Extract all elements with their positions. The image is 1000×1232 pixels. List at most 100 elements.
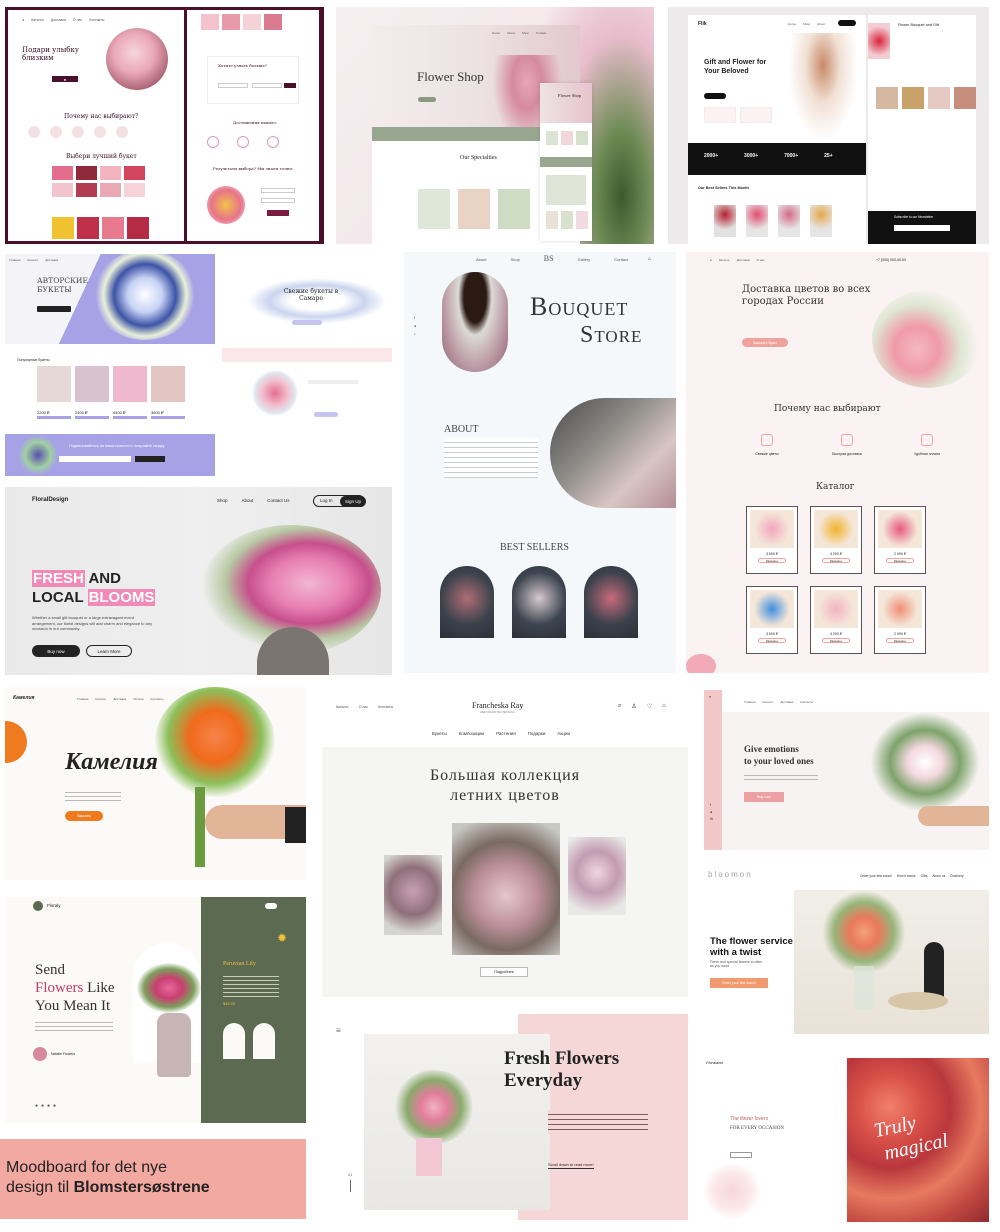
cat-sales[interactable]: Акции: [557, 731, 570, 736]
bag-icon[interactable]: ⌂: [662, 703, 666, 710]
nav-catalog[interactable]: Каталог: [336, 705, 349, 709]
signup-button[interactable]: Sign Up: [340, 496, 366, 507]
cat-compositions[interactable]: Композиции: [459, 731, 484, 736]
tile-lavender[interactable]: Главная Каталог Доставка АВТОРСКИЕ БУКЕТЫ …: [5, 254, 392, 476]
cat-plants[interactable]: Растения: [496, 731, 516, 736]
newsletter-button[interactable]: [135, 456, 165, 462]
cat-gifts[interactable]: Подарки: [528, 731, 546, 736]
nav[interactable]: Home Shop About: [788, 22, 825, 26]
bag-icon[interactable]: ⌂: [648, 256, 651, 262]
social-icons[interactable]: f ● ♪: [414, 314, 416, 338]
tile-send-flowers[interactable]: Floraly Send Flowers Like You Mean It Na…: [5, 897, 306, 1123]
nav[interactable]: ● Каталог Доставка О нас: [710, 258, 765, 262]
nav-contact[interactable]: Contact: [614, 257, 628, 263]
tile-francheska[interactable]: Каталог О нас Контакты Francheska Ray ЦВ…: [322, 687, 688, 997]
buy-1[interactable]: Заказать: [758, 558, 786, 563]
hero-button[interactable]: ●: [52, 76, 78, 82]
catalog-grid[interactable]: 3 590 ₽ Заказать 4 200 ₽ Заказать 2 990 ₽ З…: [746, 506, 926, 654]
nav[interactable]: Главная Каталог Доставка Контакты: [744, 700, 813, 704]
buy-2[interactable]: Заказать: [822, 558, 850, 563]
hero-cta[interactable]: Заказать: [65, 811, 103, 821]
sellers-row[interactable]: [714, 205, 832, 237]
slider-dots[interactable]: ●●●●: [35, 1103, 59, 1109]
left-nav[interactable]: Каталог О нас Контакты: [336, 705, 393, 709]
buy-4[interactable]: Заказать: [758, 638, 786, 643]
menu-button[interactable]: [265, 903, 277, 909]
scroll-link[interactable]: Scroll down to read more!: [548, 1162, 594, 1169]
nav[interactable]: ● Каталог Доставка О нас Контакты: [22, 18, 104, 22]
social-icons[interactable]: f ● ✉: [710, 802, 713, 823]
nav-how[interactable]: How it works: [897, 874, 916, 878]
nav[interactable]: Главная Каталог Доставка Оплата Контакты: [77, 697, 164, 701]
tile-flower-shop[interactable]: Home About Shop Contact Flower Shop Our Spe…: [336, 7, 654, 244]
submit-button[interactable]: [267, 210, 289, 216]
nav-about[interactable]: About: [476, 257, 486, 263]
top-nav[interactable]: About Shop BS Gallery Contact: [476, 254, 628, 263]
send-button[interactable]: [284, 83, 296, 88]
nav[interactable]: Order your first bunch How it works Gift…: [860, 874, 964, 878]
nav-contacts[interactable]: Контакты: [378, 705, 393, 709]
shop-button[interactable]: [730, 1152, 752, 1158]
buy-3[interactable]: Заказать: [886, 558, 914, 563]
nav-dutchery[interactable]: Dutchery: [950, 874, 963, 878]
tile-delivery[interactable]: ● Каталог Доставка О нас +7 (000) 000-00-00…: [686, 252, 989, 673]
tile-give-emotions[interactable]: ⌕ f ● ✉ Главная Каталог Доставка Контакты …: [704, 690, 989, 850]
nav-shop[interactable]: Shop: [217, 498, 228, 503]
nav-delivery[interactable]: Доставка: [780, 700, 793, 704]
search-icon[interactable]: ⌕: [709, 694, 711, 699]
header-icons[interactable]: ⌕ ♙ ♡ ⌂: [618, 703, 666, 710]
products-row[interactable]: [418, 189, 530, 229]
tile-bloomon[interactable]: bloomon Order your first bunch How it wo…: [704, 862, 989, 1034]
cat-bouquets[interactable]: Букеты: [432, 731, 447, 736]
tile-floraldesign[interactable]: FloralDesign Shop About Contact Us Log I…: [5, 487, 392, 675]
user-icon[interactable]: ♙: [631, 703, 636, 710]
heart-icon[interactable]: ♡: [647, 703, 652, 710]
tile-bouquet-store[interactable]: About Shop BS Gallery Contact ⌂ f ● ♪ Bouq…: [404, 252, 676, 673]
bouquet-grid[interactable]: [52, 166, 145, 197]
phone[interactable]: +7 (000) 000-00-00: [876, 258, 906, 262]
newsletter-input[interactable]: [894, 225, 950, 231]
hero-button[interactable]: [704, 93, 726, 99]
nav-button[interactable]: [838, 20, 856, 26]
bestsellers-row[interactable]: [440, 566, 638, 638]
right-button[interactable]: [292, 320, 322, 325]
field-1[interactable]: [261, 188, 295, 193]
nav-catalog[interactable]: Каталог: [762, 700, 773, 704]
nav-contacts[interactable]: Контакты: [800, 700, 813, 704]
tile-fresh-flowers[interactable]: ≡ Fresh Flowers Everyday Scroll down to …: [322, 1012, 688, 1220]
main-nav[interactable]: Home About Shop Contact: [492, 31, 546, 35]
menu-icon[interactable]: ≡: [336, 1026, 341, 1035]
buy-6[interactable]: Заказать: [886, 638, 914, 643]
nav[interactable]: Главная Каталог Доставка: [9, 258, 58, 262]
variant-row[interactable]: [223, 1023, 275, 1059]
newsletter-input[interactable]: [59, 456, 131, 462]
nav-contact[interactable]: Contact Us: [267, 498, 289, 503]
mini-products[interactable]: [704, 107, 772, 123]
hero-button[interactable]: [418, 97, 436, 102]
nav[interactable]: Shop About Contact Us: [217, 498, 290, 503]
hero-cta[interactable]: Заказать букет: [742, 338, 788, 347]
category-nav[interactable]: Букеты Композиции Растения Подарки Акции: [432, 731, 570, 736]
nav-order[interactable]: Order your first bunch: [860, 874, 892, 878]
nav-about[interactable]: About: [242, 498, 254, 503]
hero-button[interactable]: [37, 306, 71, 312]
nav-about[interactable]: О нас: [359, 705, 368, 709]
nav-about[interactable]: About us: [932, 874, 945, 878]
product-row[interactable]: 2200 ₽ 2400 ₽ 4400 ₽ 3600 ₽: [37, 366, 185, 419]
buy-5[interactable]: Заказать: [822, 638, 850, 643]
tile-truly-magical[interactable]: Floraland The flower lovers FOR EVERY OC…: [704, 1056, 989, 1222]
tile-flower-shop-wine[interactable]: ● Каталог Доставка О нас Контакты Подари улы…: [5, 7, 324, 244]
hero-cta[interactable]: Buy now: [744, 792, 784, 802]
hero-cta[interactable]: Order your first bunch: [710, 978, 768, 988]
login-button[interactable]: Log In: [320, 498, 333, 503]
phone-field[interactable]: [252, 83, 282, 88]
field-2[interactable]: [261, 198, 295, 203]
tile-kamelia[interactable]: Камелия Главная Каталог Доставка Оплата Конт…: [5, 687, 306, 880]
search-icon[interactable]: ⌕: [618, 703, 621, 710]
buy-button[interactable]: Buy now: [32, 645, 80, 657]
nav-gallery[interactable]: Gallery: [578, 257, 591, 263]
nav-gifts[interactable]: Gifts: [921, 874, 928, 878]
name-field[interactable]: [218, 83, 248, 88]
tile-flik[interactable]: Flik Home Shop About Gift and Flower for Y…: [668, 7, 989, 244]
learn-button[interactable]: Learn More: [86, 645, 132, 657]
